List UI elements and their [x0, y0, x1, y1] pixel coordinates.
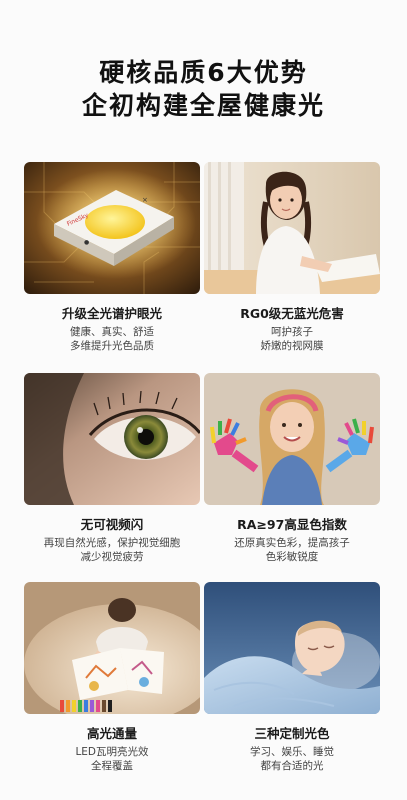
- feature-title: 高光通量: [86, 726, 137, 741]
- feature-desc-1: 呵护孩子: [271, 326, 313, 338]
- girl-writing-image: [204, 162, 380, 294]
- feature-card-high-cri: RA≥97高显色指数 还原真实色彩，提高孩子 色彩敏锐度: [204, 373, 380, 564]
- child-drawing-image: [24, 582, 200, 714]
- eye-closeup-image: [24, 373, 200, 505]
- feature-card-high-flux: 高光通量 LED瓦明亮光效 全程覆盖: [24, 582, 200, 773]
- feature-card-no-flicker: 无可视频闪 再现自然光感，保护视觉细胞 减少视觉疲劳: [24, 373, 200, 564]
- feature-card-light-modes: 三种定制光色 学习、娱乐、睡觉 都有合适的光: [204, 582, 380, 773]
- feature-desc-2: 全程覆盖: [91, 760, 133, 772]
- headline: 硬核品质6大优势 企初构建全屋健康光: [0, 56, 407, 122]
- svg-text:●: ●: [84, 239, 89, 246]
- feature-desc-2: 色彩敏锐度: [265, 551, 319, 563]
- feature-title: RG0级无蓝光危害: [240, 306, 344, 321]
- feature-desc-1: 健康、真实、舒适: [70, 326, 154, 338]
- feature-title: RA≥97高显色指数: [237, 517, 347, 532]
- sleeping-baby-image: [204, 582, 380, 714]
- feature-card-full-spectrum: FineSky × ● 升级全光谱护眼光 健康、真实、舒适 多维提升光色品质: [24, 162, 200, 353]
- feature-desc-2: 都有合适的光: [260, 760, 324, 772]
- feature-desc-1: 还原真实色彩，提高孩子: [234, 537, 350, 549]
- feature-desc-2: 减少视觉疲劳: [80, 551, 144, 563]
- feature-desc-2: 多维提升光色品质: [70, 340, 154, 352]
- led-chip-image: FineSky × ●: [24, 162, 200, 294]
- feature-desc-2: 娇嫩的视网膜: [260, 340, 324, 352]
- feature-desc-1: 学习、娱乐、睡觉: [250, 746, 334, 758]
- svg-text:×: ×: [142, 196, 148, 204]
- feature-desc-1: LED瓦明亮光效: [75, 746, 149, 758]
- page: 硬核品质6大优势 企初构建全屋健康光 FineSky × ● 升级全光谱护眼光 …: [0, 0, 407, 800]
- feature-title: 三种定制光色: [254, 726, 330, 741]
- feature-desc-1: 再现自然光感，保护视觉细胞: [43, 537, 181, 549]
- feature-title: 升级全光谱护眼光: [61, 306, 162, 321]
- headline-line-2: 企初构建全屋健康光: [81, 91, 325, 120]
- girl-painted-hands-image: [204, 373, 380, 505]
- feature-card-no-blue-light: RG0级无蓝光危害 呵护孩子 娇嫩的视网膜: [204, 162, 380, 353]
- headline-line-1: 硬核品质6大优势: [99, 58, 308, 87]
- feature-title: 无可视频闪: [80, 517, 144, 532]
